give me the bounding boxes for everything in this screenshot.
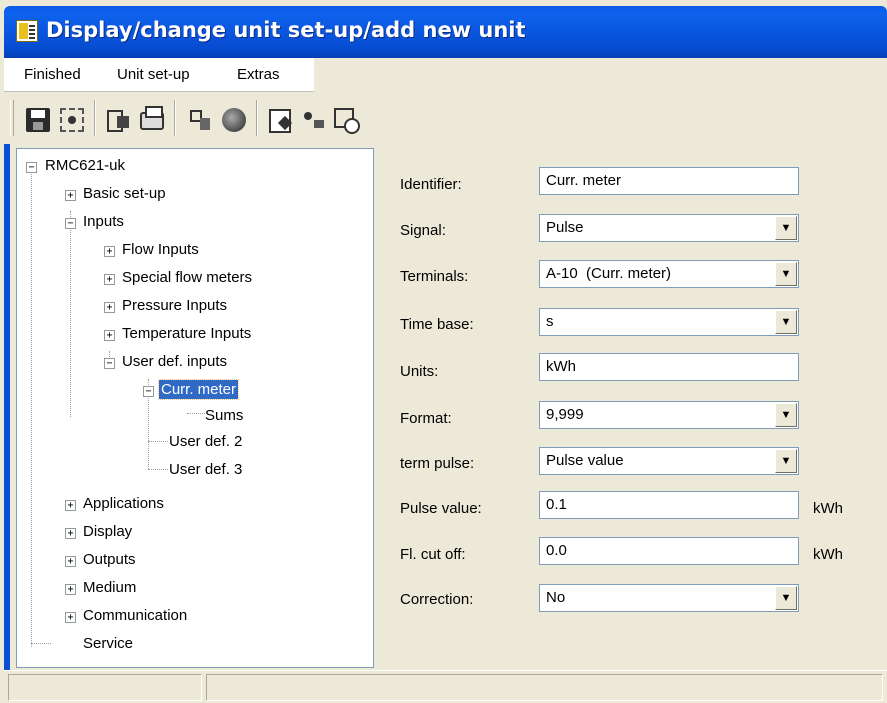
menu-unit-setup[interactable]: Unit set-up bbox=[117, 66, 190, 83]
expand-icon[interactable]: + bbox=[65, 500, 76, 511]
collapse-icon[interactable]: − bbox=[26, 162, 37, 173]
expand-icon[interactable]: + bbox=[65, 612, 76, 623]
expand-icon[interactable]: + bbox=[104, 246, 115, 257]
format-select[interactable]: 9,999 ▼ bbox=[539, 401, 799, 429]
identifier-field[interactable]: Curr. meter bbox=[539, 167, 799, 195]
clock-icon[interactable] bbox=[334, 108, 360, 134]
tree-label[interactable]: Flow Inputs bbox=[120, 240, 201, 259]
tree-line bbox=[148, 389, 149, 469]
collapse-icon[interactable]: − bbox=[104, 358, 115, 369]
units-label: Units: bbox=[400, 363, 439, 380]
window-left-border bbox=[4, 58, 10, 703]
print-icon[interactable] bbox=[140, 106, 164, 130]
chevron-down-icon[interactable]: ▼ bbox=[775, 403, 797, 427]
collapse-icon[interactable]: − bbox=[143, 386, 154, 397]
tree-label[interactable]: User def. 3 bbox=[167, 460, 244, 479]
tree-label[interactable]: Applications bbox=[81, 494, 166, 513]
signal-label: Signal: bbox=[400, 222, 446, 239]
signal-select[interactable]: Pulse ▼ bbox=[539, 214, 799, 242]
menu-bar-filler bbox=[314, 58, 887, 92]
term-pulse-label: term pulse: bbox=[400, 455, 475, 472]
tree-label[interactable]: Inputs bbox=[81, 212, 126, 231]
expand-icon[interactable]: + bbox=[65, 584, 76, 595]
toolbar-grip[interactable] bbox=[10, 100, 14, 136]
window-title: Display/change unit set-up/add new unit bbox=[46, 18, 526, 42]
correction-value: No bbox=[546, 589, 566, 606]
chevron-down-icon[interactable]: ▼ bbox=[775, 262, 797, 286]
chevron-down-icon[interactable]: ▼ bbox=[775, 449, 797, 473]
tree-line bbox=[148, 441, 168, 442]
toolbar-separator bbox=[174, 100, 176, 136]
tree-label[interactable]: Pressure Inputs bbox=[120, 296, 229, 315]
expand-icon[interactable]: + bbox=[104, 330, 115, 341]
terminals-label: Terminals: bbox=[400, 268, 469, 285]
signal-value: Pulse bbox=[546, 219, 584, 236]
tree-label[interactable]: RMC621-uk bbox=[43, 156, 127, 175]
terminals-select[interactable]: A-10 (Curr. meter) ▼ bbox=[539, 260, 799, 288]
menu-extras[interactable]: Extras bbox=[237, 66, 280, 83]
toolbar bbox=[4, 92, 887, 144]
toolbar-separator bbox=[256, 100, 258, 136]
expand-icon[interactable]: + bbox=[65, 528, 76, 539]
tree-label[interactable]: Outputs bbox=[81, 550, 138, 569]
identifier-label: Identifier: bbox=[400, 176, 462, 193]
tree-line bbox=[31, 167, 32, 647]
app-window: Display/change unit set-up/add new unit … bbox=[4, 6, 887, 703]
connect-icon[interactable] bbox=[302, 108, 326, 132]
database-icon[interactable] bbox=[106, 108, 130, 132]
pulse-value-unit: kWh bbox=[813, 500, 843, 517]
tree-label[interactable]: User def. inputs bbox=[120, 352, 229, 371]
tree-label[interactable]: Basic set-up bbox=[81, 184, 168, 203]
correction-label: Correction: bbox=[400, 591, 474, 608]
title-bar[interactable]: Display/change unit set-up/add new unit bbox=[4, 6, 887, 58]
format-value: 9,999 bbox=[546, 406, 584, 423]
fl-cut-off-unit: kWh bbox=[813, 546, 843, 563]
menu-finished[interactable]: Finished bbox=[24, 66, 81, 83]
tree-label[interactable]: User def. 2 bbox=[167, 432, 244, 451]
setup-tree[interactable]: − RMC621-uk + Basic set-up − Inputs + Fl… bbox=[16, 148, 374, 668]
expand-icon[interactable]: + bbox=[104, 302, 115, 313]
fl-cut-off-field[interactable]: 0.0 bbox=[539, 537, 799, 565]
format-label: Format: bbox=[400, 410, 452, 427]
time-base-label: Time base: bbox=[400, 316, 474, 333]
terminals-value: A-10 (Curr. meter) bbox=[546, 265, 672, 282]
tree-label[interactable]: Special flow meters bbox=[120, 268, 254, 287]
globe-icon[interactable] bbox=[222, 108, 246, 132]
tree-label[interactable]: Communication bbox=[81, 606, 189, 625]
tree-icon[interactable] bbox=[188, 108, 212, 132]
pulse-value-field[interactable]: 0.1 bbox=[539, 491, 799, 519]
tree-label[interactable]: Sums bbox=[203, 406, 245, 425]
debug-icon[interactable] bbox=[60, 108, 84, 132]
tree-label[interactable]: Service bbox=[81, 634, 135, 653]
expand-icon[interactable]: + bbox=[65, 556, 76, 567]
expand-icon[interactable]: + bbox=[104, 274, 115, 285]
term-pulse-value: Pulse value bbox=[546, 452, 624, 469]
status-bar bbox=[4, 670, 887, 703]
chevron-down-icon[interactable]: ▼ bbox=[775, 586, 797, 610]
chevron-down-icon[interactable]: ▼ bbox=[775, 310, 797, 334]
save-icon[interactable] bbox=[26, 108, 50, 132]
tree-label[interactable]: Medium bbox=[81, 578, 138, 597]
unit-settings-form: Identifier: Curr. meter Signal: Pulse ▼ … bbox=[376, 148, 887, 668]
menu-bar: Finished Unit set-up Extras bbox=[4, 58, 314, 92]
collapse-icon[interactable]: − bbox=[65, 218, 76, 229]
pulse-value-label: Pulse value: bbox=[400, 500, 482, 517]
tree-line bbox=[148, 469, 168, 470]
correction-select[interactable]: No ▼ bbox=[539, 584, 799, 612]
time-base-select[interactable]: s ▼ bbox=[539, 308, 799, 336]
toolbar-separator bbox=[94, 100, 96, 136]
tree-line bbox=[31, 643, 51, 644]
app-icon bbox=[16, 20, 38, 42]
tree-line bbox=[70, 211, 71, 417]
fl-cut-off-label: Fl. cut off: bbox=[400, 546, 466, 563]
tree-label-selected[interactable]: Curr. meter bbox=[157, 379, 240, 400]
tree-label[interactable]: Display bbox=[81, 522, 134, 541]
units-field[interactable]: kWh bbox=[539, 353, 799, 381]
time-base-value: s bbox=[546, 313, 554, 330]
term-pulse-select[interactable]: Pulse value ▼ bbox=[539, 447, 799, 475]
expand-icon[interactable]: + bbox=[65, 190, 76, 201]
tree-label[interactable]: Temperature Inputs bbox=[120, 324, 253, 343]
chevron-down-icon[interactable]: ▼ bbox=[775, 216, 797, 240]
properties-icon[interactable] bbox=[268, 108, 292, 133]
